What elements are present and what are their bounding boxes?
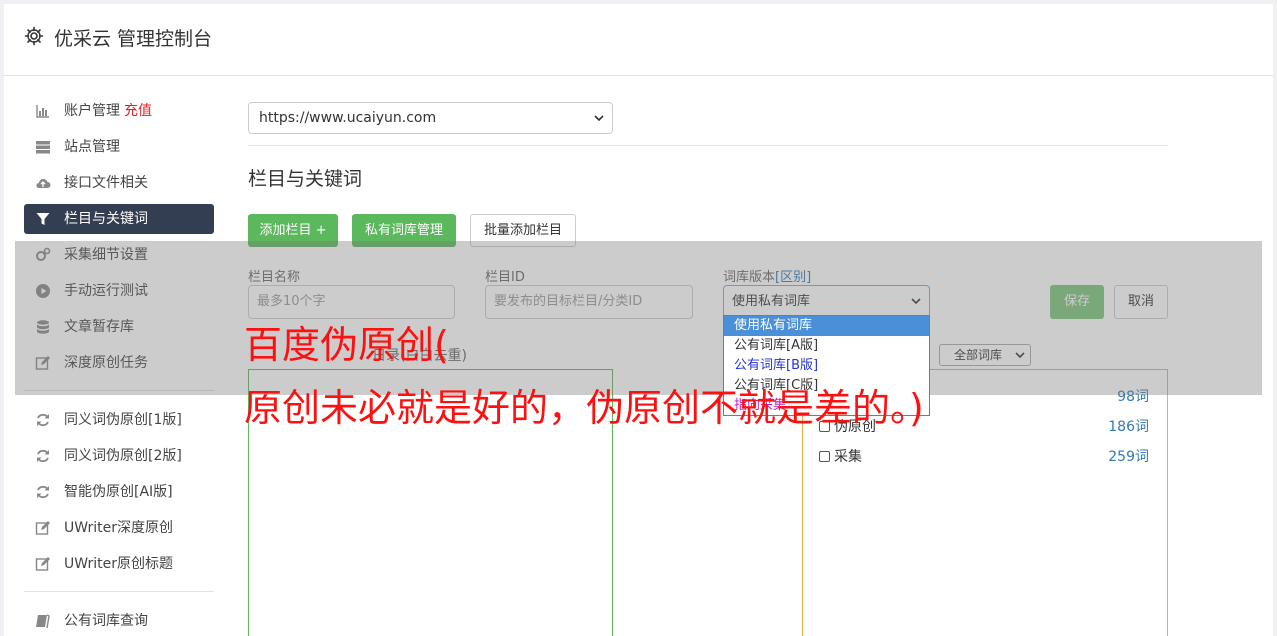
chevron-down-icon (594, 115, 604, 122)
dropdown-option[interactable]: 公有词库[B版] (724, 356, 929, 376)
sidebar-divider (24, 591, 214, 592)
sidebar-item-account[interactable]: 账户管理 充值 (24, 96, 214, 126)
lib-item-count: 259词 (1108, 449, 1149, 465)
sidebar-item-label: 公有词库查询 (64, 613, 148, 629)
modal-overlay (15, 241, 1262, 395)
page-title: 优采云 管理控制台 (54, 28, 213, 50)
site-select-value: https://www.ucaiyun.com (259, 110, 437, 126)
sidebar-item-label: 接口文件相关 (64, 175, 148, 191)
refresh-icon (37, 485, 49, 499)
gear-icon (24, 26, 44, 46)
sidebar-item-synonym-v1[interactable]: 同义词伪原创[1版] (24, 405, 214, 435)
divider (248, 145, 1168, 146)
dropdown-option[interactable]: 使用私有词库 (724, 316, 929, 336)
sidebar-item-interface-files[interactable]: 接口文件相关 (24, 168, 214, 198)
filter-icon (36, 213, 50, 225)
refresh-icon (37, 449, 49, 463)
sidebar-item-uwriter-deep[interactable]: UWriter深度原创 (24, 513, 214, 543)
dropdown-option[interactable]: 公有词库[A版] (724, 336, 929, 356)
book-icon (36, 614, 50, 629)
watermark-line-1: 百度伪原创( (244, 323, 449, 367)
refresh-icon (37, 413, 49, 427)
sidebar-item-label: 智能伪原创[AI版] (64, 484, 173, 500)
lib-item-label: 采集 (834, 449, 862, 465)
sidebar-item-label: UWriter深度原创 (64, 520, 173, 536)
header: 优采云 管理控制台 (4, 4, 1273, 76)
sidebar-item-synonym-v2[interactable]: 同义词伪原创[2版] (24, 441, 214, 471)
sidebar-item-label: 站点管理 (64, 139, 120, 155)
sidebar-item-label: 同义词伪原创[1版] (64, 412, 182, 428)
sidebar-item-label: 栏目与关键词 (64, 211, 148, 227)
watermark-line-2: 原创未必就是好的，伪原创不就是差的。) (244, 386, 924, 430)
sidebar-item-ai-rewrite[interactable]: 智能伪原创[AI版] (24, 477, 214, 507)
server-icon (36, 141, 50, 154)
sidebar-item-uwriter-title[interactable]: UWriter原创标题 (24, 549, 214, 579)
site-select[interactable]: https://www.ucaiyun.com (248, 102, 613, 134)
bar-chart-icon (36, 105, 49, 118)
edit-icon (35, 557, 50, 571)
edit-icon (35, 521, 50, 535)
sidebar-item-label: UWriter原创标题 (64, 556, 173, 572)
sidebar-item-sites[interactable]: 站点管理 (24, 132, 214, 162)
lib-list-item[interactable]: 采集 (819, 446, 862, 466)
sidebar-item-columns-keywords[interactable]: 栏目与关键词 (24, 204, 214, 234)
section-title: 栏目与关键词 (248, 168, 363, 190)
cloud-upload-icon (36, 179, 51, 189)
recharge-link[interactable]: 充值 (124, 103, 152, 119)
checkbox[interactable] (819, 451, 830, 462)
sidebar-item-public-lib[interactable]: 公有词库查询 (24, 606, 214, 636)
sidebar-item-label: 账户管理 (64, 103, 120, 119)
sidebar-item-label: 同义词伪原创[2版] (64, 448, 182, 464)
lib-item-count: 186词 (1108, 419, 1149, 435)
